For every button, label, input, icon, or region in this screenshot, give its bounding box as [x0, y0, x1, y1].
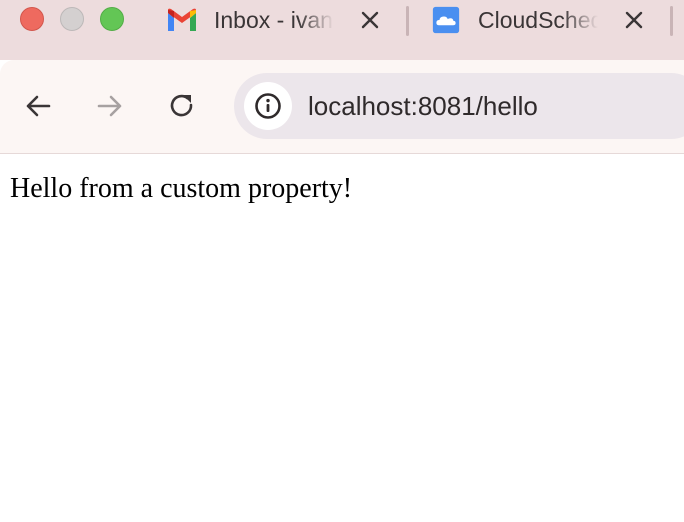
tab-strip: Inbox - ivan CloudScheduler [0, 0, 684, 60]
reload-icon[interactable] [166, 90, 198, 122]
close-icon[interactable] [622, 8, 646, 32]
window-minimize-button[interactable] [60, 7, 84, 31]
tab-separator [670, 6, 673, 36]
url-text[interactable]: localhost:8081/hello [308, 89, 538, 123]
arrow-left-icon[interactable] [22, 90, 54, 122]
tab-inbox[interactable]: Inbox - ivan [158, 0, 398, 40]
close-icon[interactable] [358, 8, 382, 32]
arrow-right-icon[interactable] [94, 90, 126, 122]
cloud-icon [432, 6, 460, 34]
page-text: Hello from a custom property! [10, 173, 353, 204]
page-content: Hello from a custom property! [0, 154, 684, 522]
browser-toolbar: localhost:8081/hello [0, 60, 684, 154]
browser-window: Inbox - ivan CloudScheduler [0, 0, 684, 522]
window-close-button[interactable] [20, 7, 44, 31]
address-bar[interactable]: localhost:8081/hello [234, 73, 684, 139]
tab-title: CloudScheduler [478, 7, 598, 33]
info-icon [255, 93, 281, 119]
gmail-icon [168, 8, 196, 31]
tab-title: Inbox - ivan [214, 7, 333, 33]
site-info-button[interactable] [244, 82, 292, 130]
window-maximize-button[interactable] [100, 7, 124, 31]
tab-separator [406, 6, 409, 36]
tab-cloudscheduler[interactable]: CloudScheduler [422, 0, 662, 40]
